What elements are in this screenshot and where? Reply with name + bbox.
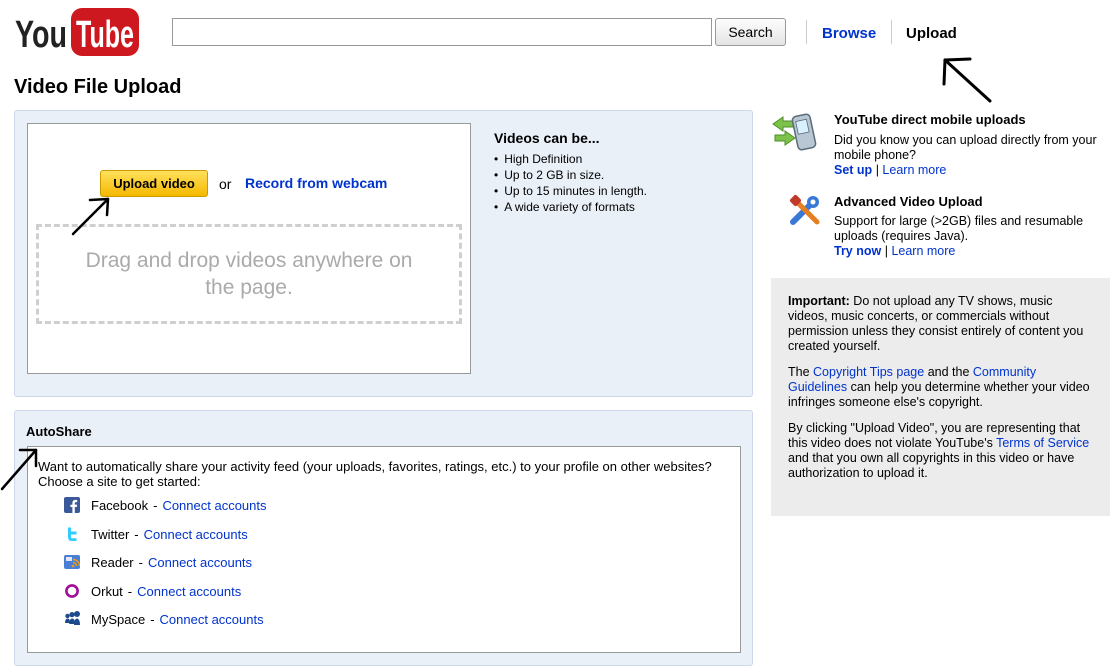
annotation-arrow [942, 57, 992, 103]
autoshare-intro: Want to automatically share your activit… [38, 459, 712, 489]
list-item: A wide variety of formats [494, 199, 647, 215]
try-now-link[interactable]: Try now [834, 244, 881, 258]
dropzone-text: Drag and drop videos anywhere on the pag… [85, 249, 413, 299]
advanced-upload-title: Advanced Video Upload [834, 194, 983, 209]
nav-divider [891, 20, 892, 44]
videos-can-be-title: Videos can be... [494, 130, 600, 146]
important-notice: Important: Do not upload any TV shows, m… [771, 278, 1110, 516]
mobile-uploads-text: Did you know you can upload directly fro… [834, 133, 1104, 178]
link-separator: | [875, 163, 879, 177]
logo-tube-text: Tube [76, 14, 134, 56]
page-title: Video File Upload [14, 76, 182, 98]
site-row-reader: Reader - Connect accounts [64, 552, 252, 572]
reader-icon [64, 555, 80, 569]
site-dash: - [138, 554, 143, 570]
terms-of-service-link[interactable]: Terms of Service [996, 436, 1089, 450]
site-row-orkut: Orkut - Connect accounts [64, 581, 241, 601]
list-item: Up to 15 minutes in length. [494, 183, 647, 199]
list-item: High Definition [494, 151, 647, 167]
facebook-icon [64, 497, 80, 513]
nav-upload-link[interactable]: Upload [906, 25, 957, 42]
site-row-twitter: Twitter - Connect accounts [64, 524, 248, 544]
copyright-paragraph: The Copyright Tips page and the Communit… [788, 365, 1092, 410]
logo-you-text: You [15, 14, 67, 56]
site-dash: - [150, 611, 155, 627]
site-row-myspace: MySpace - Connect accounts [64, 609, 264, 629]
nav-browse-link[interactable]: Browse [822, 25, 876, 42]
site-dash: - [127, 583, 133, 599]
site-name: Reader [91, 554, 134, 570]
or-text: or [219, 176, 232, 192]
connect-twitter-link[interactable]: Connect accounts [144, 527, 248, 542]
set-up-link[interactable]: Set up [834, 163, 872, 177]
text-fragment: The [788, 365, 810, 379]
nav-divider [806, 20, 807, 44]
site-name: Facebook [91, 497, 149, 513]
mobile-phone-icon [772, 113, 817, 151]
mobile-learn-more-link[interactable]: Learn more [882, 163, 946, 177]
record-webcam-link[interactable]: Record from webcam [245, 175, 387, 191]
drag-drop-zone[interactable]: Drag and drop videos anywhere on the pag… [36, 224, 462, 324]
advanced-upload-desc: Support for large (>2GB) files and resum… [834, 214, 1084, 243]
site-row-facebook: Facebook - Connect accounts [64, 495, 267, 515]
tools-icon [789, 194, 820, 225]
site-name: Twitter [91, 526, 130, 542]
terms-paragraph: By clicking "Upload Video", you are repr… [788, 421, 1092, 481]
connect-reader-link[interactable]: Connect accounts [148, 555, 252, 570]
myspace-icon [65, 611, 80, 625]
site-name: MySpace [91, 611, 146, 627]
text-fragment: and that you own all copyrights in this … [788, 451, 1075, 480]
orkut-icon [65, 584, 79, 598]
connect-myspace-link[interactable]: Connect accounts [160, 612, 264, 627]
text-fragment: and the [927, 365, 970, 379]
mobile-uploads-desc: Did you know you can upload directly fro… [834, 133, 1097, 162]
autoshare-title: AutoShare [26, 424, 92, 439]
connect-orkut-link[interactable]: Connect accounts [137, 584, 241, 599]
upload-video-button[interactable]: Upload video [100, 170, 208, 197]
site-dash: - [153, 497, 158, 513]
copyright-tips-link[interactable]: Copyright Tips page [813, 365, 924, 379]
mobile-uploads-title: YouTube direct mobile uploads [834, 112, 1026, 127]
videos-can-be-list: High Definition Up to 2 GB in size. Up t… [494, 151, 647, 215]
site-dash: - [134, 526, 139, 542]
important-paragraph: Important: Do not upload any TV shows, m… [788, 294, 1092, 354]
link-separator: | [884, 244, 888, 258]
important-label: Important: [788, 294, 850, 308]
site-name: Orkut [91, 583, 123, 599]
advanced-learn-more-link[interactable]: Learn more [891, 244, 955, 258]
advanced-upload-text: Support for large (>2GB) files and resum… [834, 214, 1106, 259]
youtube-logo[interactable]: You Tube [15, 6, 140, 58]
list-item: Up to 2 GB in size. [494, 167, 647, 183]
twitter-icon [68, 527, 77, 541]
search-button[interactable]: Search [715, 18, 786, 46]
connect-facebook-link[interactable]: Connect accounts [162, 498, 266, 513]
search-input[interactable] [172, 18, 712, 46]
